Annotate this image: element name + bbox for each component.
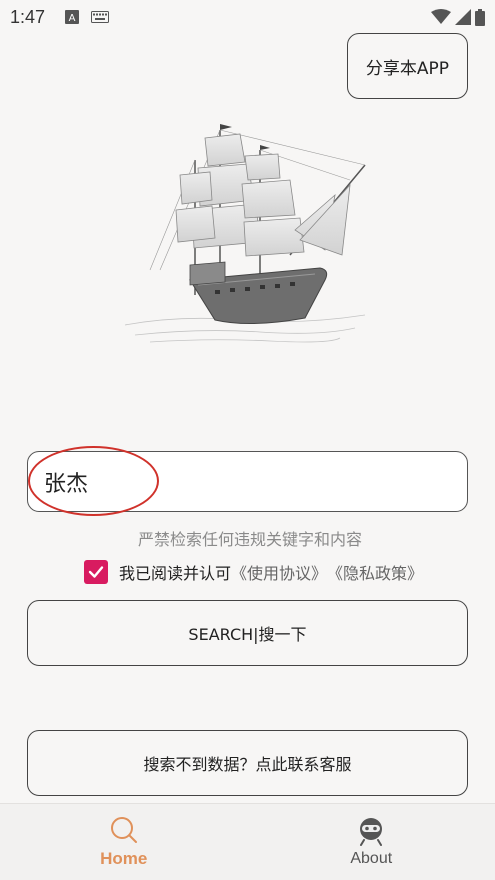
robot-icon [360, 818, 383, 846]
search-input[interactable]: 张杰 [27, 451, 468, 512]
warning-text-row: 严禁检索任何违规关键字和内容 [0, 526, 495, 550]
search-icon [110, 817, 137, 843]
status-time: 1:47 [10, 6, 46, 27]
sailing-ship-illustration [124, 124, 366, 343]
checkmark-icon [88, 566, 104, 578]
content-warning: 严禁检索任何违规关键字和内容 [137, 530, 362, 549]
contact-support-button[interactable]: 搜索不到数据？点此联系客服 [27, 730, 468, 796]
search-button[interactable]: SEARCH|搜一下 [27, 600, 468, 666]
agree-label: 我已阅读并认可 [119, 564, 232, 583]
privacy-link[interactable]: 《隐私政策》 [327, 560, 423, 584]
signal-icon [455, 9, 471, 25]
nav-item-home[interactable]: Home [0, 804, 248, 880]
status-system-icons [431, 8, 485, 26]
status-notification-icons: A [65, 10, 110, 24]
svg-text:A: A [69, 13, 76, 24]
status-bar: 1:47 A [0, 0, 495, 34]
agree-checkbox[interactable] [84, 560, 108, 584]
font-app-icon: A [65, 10, 80, 24]
agreement-row: 我已阅读并认可 《使用协议》 《隐私政策》 [84, 560, 423, 584]
share-app-button[interactable]: 分享本APP [347, 33, 468, 99]
keyboard-icon [91, 11, 110, 23]
nav-item-about[interactable]: About [248, 804, 495, 880]
bottom-nav: Home About [0, 803, 495, 880]
wifi-icon [431, 9, 451, 24]
nav-label-home: Home [100, 849, 148, 868]
battery-icon [475, 8, 485, 26]
terms-link[interactable]: 《使用协议》 [231, 560, 327, 584]
nav-label-about: About [350, 850, 393, 867]
